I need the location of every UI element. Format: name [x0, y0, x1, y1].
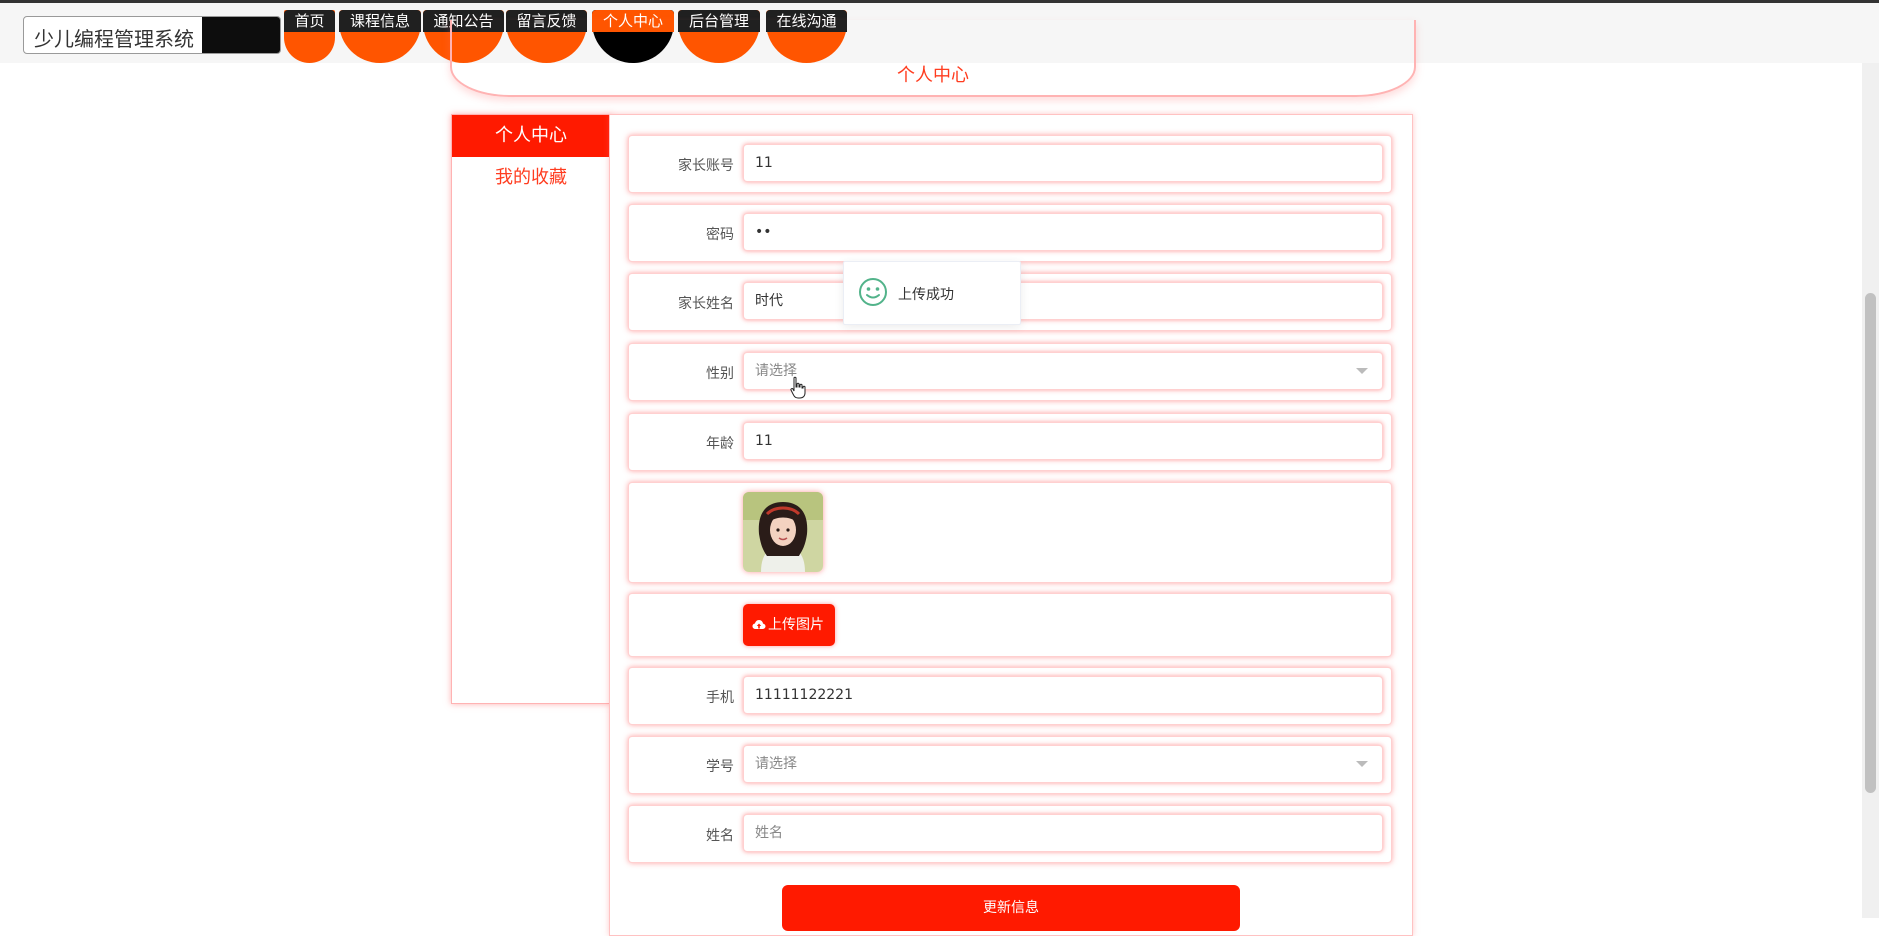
chevron-down-icon	[1356, 761, 1368, 767]
upload-image-label: 上传图片	[768, 617, 824, 633]
page-title: 个人中心	[897, 65, 969, 86]
student-id-label: 学号	[706, 759, 734, 775]
student-name-label: 姓名	[706, 828, 734, 844]
form-row-password: 密码 ••	[628, 204, 1392, 262]
form-row-phone: 手机 11111122221	[628, 667, 1392, 725]
update-info-button[interactable]: 更新信息	[782, 885, 1240, 931]
smile-success-icon	[859, 278, 887, 306]
page-scrollbar[interactable]	[1862, 63, 1879, 918]
avatar-portrait-icon	[743, 492, 823, 572]
sidebar: 个人中心 我的收藏	[451, 114, 611, 704]
account-input[interactable]: 11	[743, 144, 1383, 182]
student-id-select[interactable]: 请选择	[743, 745, 1383, 783]
gender-label: 性别	[706, 366, 734, 382]
nav-label: 课程信息	[339, 10, 421, 32]
nav-home[interactable]: 首页	[284, 10, 335, 63]
password-label: 密码	[706, 227, 734, 243]
brand-dark-block	[202, 17, 280, 53]
age-label: 年龄	[706, 436, 734, 452]
brand-box: 少儿编程管理系统	[23, 16, 281, 54]
form-row-avatar	[628, 482, 1392, 583]
chevron-down-icon	[1356, 368, 1368, 374]
form-row-account: 家长账号 11	[628, 135, 1392, 193]
toast-message: 上传成功	[898, 287, 954, 303]
scrollbar-thumb[interactable]	[1865, 293, 1876, 793]
nav-label: 首页	[284, 10, 335, 32]
student-name-input[interactable]: 姓名	[743, 814, 1383, 852]
profile-form: 家长账号 11 密码 •• 家长姓名 时代 性别 请选择 年龄 11 上传图片 …	[609, 114, 1413, 936]
phone-input[interactable]: 11111122221	[743, 676, 1383, 714]
form-row-student-name: 姓名 姓名	[628, 805, 1392, 863]
parent-name-input[interactable]: 时代	[743, 282, 1383, 320]
parent-name-label: 家长姓名	[678, 296, 734, 312]
account-label: 家长账号	[678, 158, 734, 174]
form-row-student-id: 学号 请选择	[628, 736, 1392, 794]
upload-image-button[interactable]: 上传图片	[743, 604, 835, 646]
page-banner: 个人中心	[450, 20, 1416, 97]
form-row-upload: 上传图片	[628, 593, 1392, 657]
nav-course-info[interactable]: 课程信息	[339, 10, 421, 63]
form-row-gender: 性别 请选择	[628, 343, 1392, 401]
student-id-select-placeholder: 请选择	[755, 756, 797, 772]
phone-label: 手机	[706, 690, 734, 706]
form-row-age: 年龄 11	[628, 413, 1392, 471]
upload-success-toast: 上传成功	[843, 261, 1021, 325]
sidebar-item-favorites[interactable]: 我的收藏	[452, 157, 610, 199]
password-input[interactable]: ••	[743, 213, 1383, 251]
avatar-image	[743, 492, 823, 572]
sidebar-item-personal-center[interactable]: 个人中心	[452, 115, 610, 157]
age-input[interactable]: 11	[743, 422, 1383, 460]
brand-title: 少儿编程管理系统	[34, 27, 194, 51]
cloud-upload-icon	[752, 620, 766, 629]
hand-cursor-icon	[790, 376, 806, 399]
gender-select[interactable]: 请选择	[743, 352, 1383, 390]
